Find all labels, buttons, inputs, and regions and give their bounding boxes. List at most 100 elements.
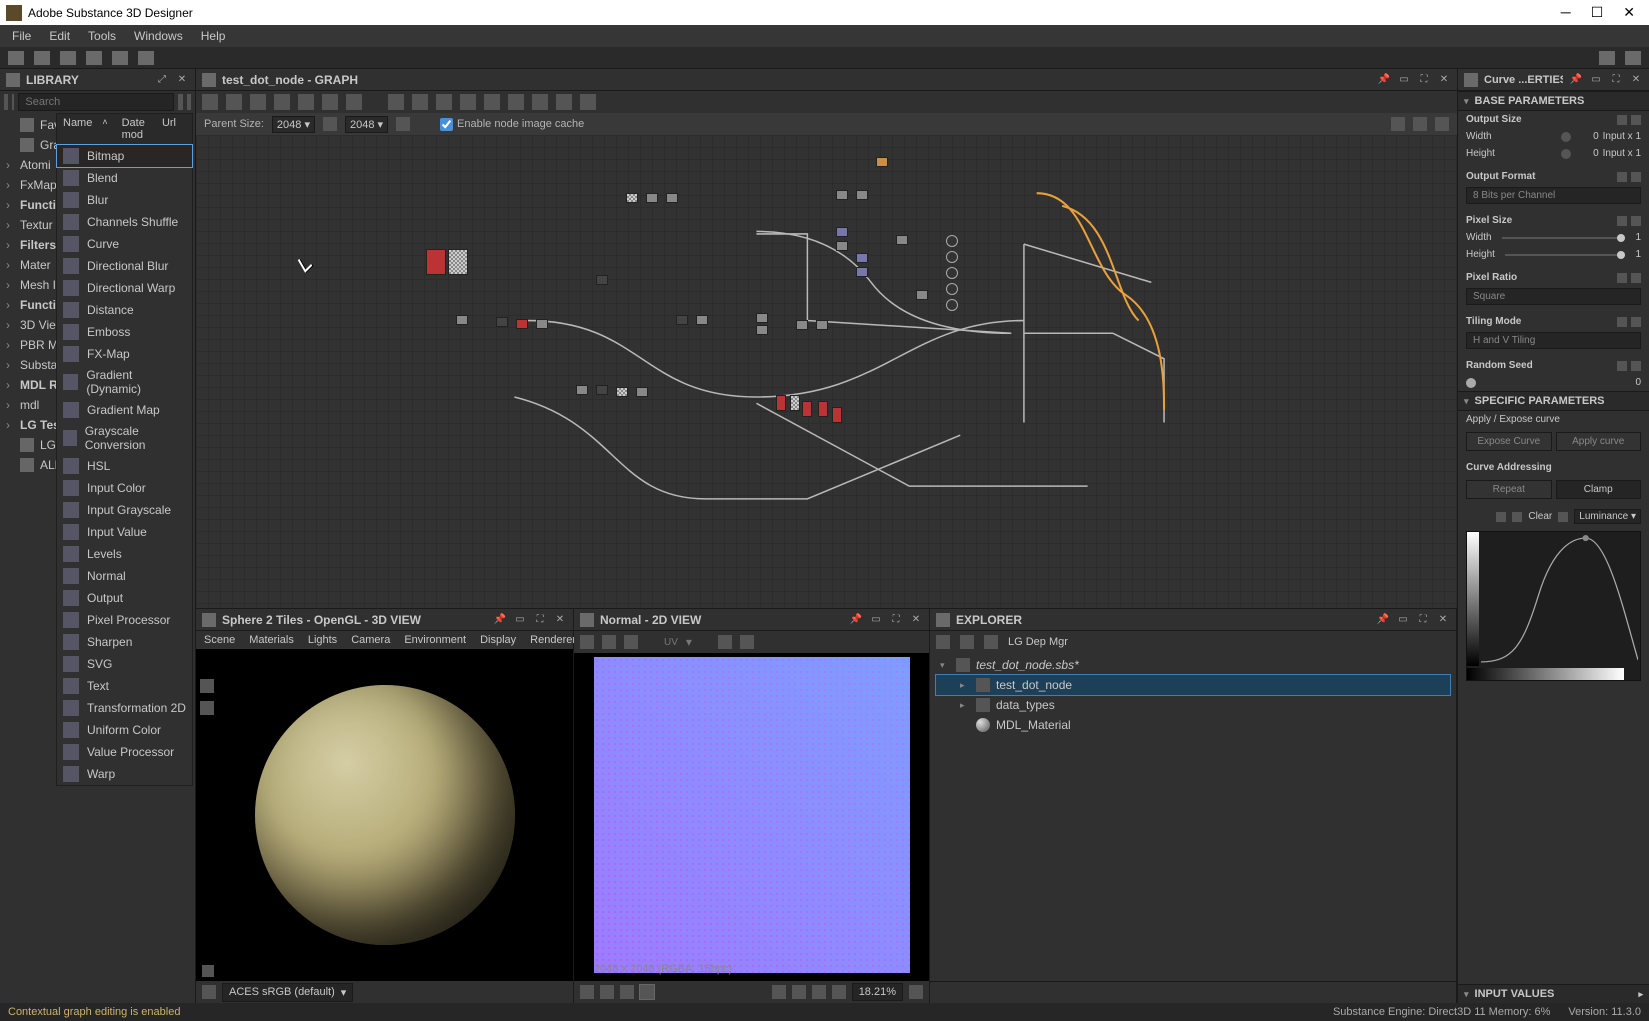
node-item[interactable]: Emboss [57, 321, 192, 343]
node-item[interactable]: Grayscale Conversion [57, 421, 192, 455]
curve-tool1-icon[interactable] [1496, 512, 1506, 522]
px-height-slider[interactable] [1505, 254, 1626, 256]
view3d-min-icon[interactable]: ▭ [513, 613, 527, 627]
cache-checkbox[interactable]: Enable node image cache [440, 118, 584, 131]
tile2-icon[interactable] [792, 985, 806, 999]
redo-icon[interactable] [1625, 51, 1641, 65]
autograph-icon[interactable] [1435, 117, 1449, 131]
explorer-close-icon[interactable]: ✕ [1436, 613, 1450, 627]
curve-tool2-icon[interactable] [1512, 512, 1522, 522]
explorer-min-icon[interactable]: ▭ [1396, 613, 1410, 627]
node-item[interactable]: Sharpen [57, 631, 192, 653]
explorer-item[interactable]: MDL_Material [936, 715, 1450, 735]
specific-params-header[interactable]: SPECIFIC PARAMETERS [1458, 391, 1649, 411]
lights-menu[interactable]: Lights [308, 634, 337, 646]
pixel-ratio-select[interactable]: Square [1466, 288, 1641, 305]
uv-label[interactable]: UV [664, 637, 678, 648]
width-value[interactable]: 0 [1575, 131, 1599, 142]
undo-icon[interactable] [1599, 51, 1615, 65]
node-dropdown[interactable]: Name ˄ Date mod Url BitmapBlendBlurChann… [56, 113, 193, 786]
library-filter-icon[interactable] [4, 94, 8, 110]
snapshot-icon[interactable] [250, 94, 266, 110]
view2d-max-icon[interactable]: ⛶ [889, 613, 903, 627]
node-item[interactable]: Normal [57, 565, 192, 587]
node-item[interactable]: Channels Shuffle [57, 211, 192, 233]
props-max-icon[interactable]: ⛶ [1609, 73, 1623, 87]
save-icon[interactable] [138, 51, 154, 65]
node-item[interactable]: Uniform Color [57, 719, 192, 741]
clear-button[interactable]: Clear [1528, 511, 1552, 522]
px-link-icon[interactable] [1617, 216, 1627, 226]
view2d-close-icon[interactable]: ✕ [909, 613, 923, 627]
new-icon[interactable] [8, 51, 24, 65]
view2d-min-icon[interactable]: ▭ [869, 613, 883, 627]
scene-menu[interactable]: Scene [204, 634, 235, 646]
save2d2-icon[interactable] [602, 635, 616, 649]
node-item[interactable]: SVG [57, 653, 192, 675]
view3d-pin-icon[interactable]: 📌 [493, 613, 507, 627]
colorspace-select[interactable]: ACES sRGB (default) ▾ [222, 983, 353, 1002]
node-item[interactable]: Directional Blur [57, 255, 192, 277]
graph-pin-icon[interactable]: 📌 [1377, 73, 1391, 87]
seed-value[interactable]: 0 [1635, 377, 1641, 388]
col-date[interactable]: Date mod [122, 117, 152, 141]
node-item[interactable]: Gradient (Dynamic) [57, 365, 192, 399]
panel-float-icon[interactable]: ⤢ [155, 73, 169, 87]
output-size-link-icon[interactable] [1617, 115, 1627, 125]
node-item[interactable]: Text [57, 675, 192, 697]
node-item[interactable]: HSL [57, 455, 192, 477]
graph-close-icon[interactable]: ✕ [1437, 73, 1451, 87]
redo2-icon[interactable] [460, 94, 476, 110]
explorer-item[interactable]: ▸test_dot_node [936, 675, 1450, 695]
tiling-link-icon[interactable] [1617, 317, 1627, 327]
close-button[interactable]: ✕ [1623, 4, 1635, 21]
height-mode[interactable]: Input x 1 [1603, 148, 1641, 159]
output-format-select[interactable]: 8 Bits per Channel [1466, 187, 1641, 204]
props-pin-icon[interactable]: 📌 [1569, 73, 1583, 87]
panel-close-icon[interactable]: ✕ [175, 73, 189, 87]
tile3-icon[interactable] [812, 985, 826, 999]
menu-edit[interactable]: Edit [49, 29, 70, 43]
seed-radio-icon[interactable] [1466, 378, 1476, 388]
fmt-reset-icon[interactable] [1631, 172, 1641, 182]
view3d-viewport[interactable] [196, 649, 573, 981]
height-value[interactable]: 0 [1575, 148, 1599, 159]
open-icon[interactable] [86, 51, 102, 65]
px-width-slider[interactable] [1502, 237, 1626, 239]
info2d-icon[interactable] [718, 635, 732, 649]
environment-menu[interactable]: Environment [404, 634, 466, 646]
rgb-icon[interactable] [600, 985, 614, 999]
frame2d-icon[interactable] [640, 985, 654, 999]
grid-icon[interactable] [556, 94, 572, 110]
histogram-icon[interactable] [740, 635, 754, 649]
node-item[interactable]: Transformation 2D [57, 697, 192, 719]
layout-icon[interactable] [322, 94, 338, 110]
node-item[interactable]: Directional Warp [57, 277, 192, 299]
library-filter2-icon[interactable] [178, 94, 182, 110]
menu-windows[interactable]: Windows [134, 29, 183, 43]
menu-file[interactable]: File [12, 29, 31, 43]
new2-icon[interactable] [34, 51, 50, 65]
edit-icon[interactable] [508, 94, 524, 110]
node-item[interactable]: Output [57, 587, 192, 609]
clamp-button[interactable]: Clamp [1556, 480, 1642, 499]
luminance-select[interactable]: Luminance ▾ [1574, 509, 1641, 524]
graph-maximize-icon[interactable]: ⛶ [1417, 73, 1431, 87]
save2d3-icon[interactable] [624, 635, 638, 649]
node-item[interactable]: Warp [57, 763, 192, 785]
info-icon[interactable] [274, 94, 290, 110]
node-item[interactable]: Blend [57, 167, 192, 189]
library-view-icon[interactable] [187, 94, 191, 110]
parent-size-a-select[interactable]: 2048 ▾ [272, 116, 315, 133]
alpha-icon[interactable] [620, 985, 634, 999]
curve-icon[interactable] [436, 94, 452, 110]
output-size-reset-icon[interactable] [1631, 115, 1641, 125]
props-close-icon[interactable]: ✕ [1629, 73, 1643, 87]
view3d-max-icon[interactable]: ⛶ [533, 613, 547, 627]
width-mode[interactable]: Input x 1 [1603, 131, 1641, 142]
col-name[interactable]: Name [63, 117, 92, 141]
dep-mgr-label[interactable]: LG Dep Mgr [1008, 636, 1068, 648]
tiling-reset-icon[interactable] [1631, 317, 1641, 327]
col-url[interactable]: Url [162, 117, 176, 141]
zoom-value[interactable]: 18.21% [852, 983, 903, 1001]
